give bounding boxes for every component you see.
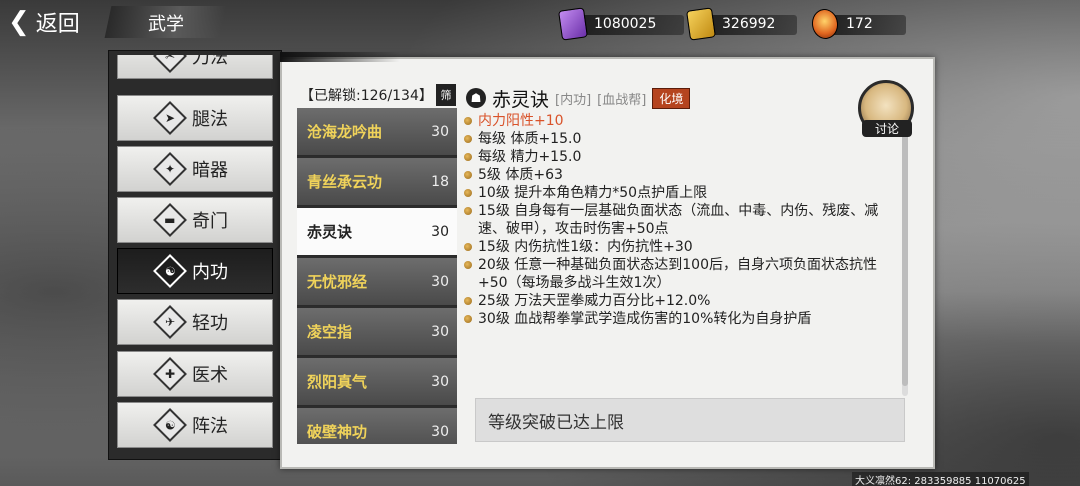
lightness-icon: ✈: [153, 305, 187, 339]
attribute-text: 10级 提升本角色精力*50点护盾上限: [478, 185, 708, 201]
bullet-dot-icon: [464, 117, 472, 125]
bar-weapon-icon: ▬: [153, 203, 187, 237]
bullet-dot-icon: [464, 207, 472, 215]
skill-item[interactable]: 烈阳真气 30: [297, 358, 457, 406]
bullet-dot-icon: [464, 135, 472, 143]
category-tab-formation[interactable]: ☯ 阵法: [117, 402, 273, 448]
attribute-text: 20级 任意一种基础负面状态达到100后，自身六项负面状态抗性+50（每场最多战…: [478, 257, 877, 291]
skill-item[interactable]: 青丝承云功 18: [297, 158, 457, 206]
category-tab-inner-power[interactable]: ☯ 内功: [117, 248, 273, 294]
attribute-line: 内力阳性+10: [464, 112, 904, 130]
attribute-line: 每级 精力+15.0: [464, 148, 904, 166]
ink-splash-decoration: [280, 52, 400, 62]
back-button[interactable]: ❮ 返回: [8, 6, 104, 38]
top-bar: ❮ 返回 武学 1080025 326992 172: [0, 0, 1080, 46]
bullet-dot-icon: [464, 315, 472, 323]
orange-flame-icon: [810, 7, 840, 41]
skill-sect-tag: [血战帮]: [597, 92, 647, 108]
resource-value: 326992: [722, 16, 776, 32]
resource-value: 172: [846, 16, 873, 32]
back-label: 返回: [35, 12, 80, 37]
skill-item-selected[interactable]: 赤灵诀 30: [297, 208, 457, 256]
breakthrough-status: 等级突破已达上限: [475, 398, 905, 442]
attribute-line: 15级 内伤抗性1级：内伤抗性+30: [464, 238, 904, 256]
attribute-text: 30级 血战帮拳掌武学造成伤害的10%转化为自身护盾: [478, 311, 812, 327]
detail-scroll-thumb[interactable]: [902, 96, 908, 386]
unlock-count: 【已解锁:126/134】: [300, 88, 433, 104]
player-info: 大义凛然62: 283359885 11070625: [852, 472, 1029, 486]
attribute-line: 每级 体质+15.0: [464, 130, 904, 148]
resource-flame[interactable]: 172: [810, 7, 906, 41]
skill-type-tag: [内功]: [555, 92, 592, 108]
resource-value: 1080025: [594, 16, 657, 32]
category-tab-blade[interactable]: ✂ 刀法: [117, 55, 273, 79]
category-tab-medicine[interactable]: ✚ 医术: [117, 351, 273, 397]
attribute-text: 15级 自身每有一层基础负面状态（流血、中毒、内伤、残废、减速、破甲），攻击时伤…: [478, 203, 879, 237]
attribute-line: 5级 体质+63: [464, 166, 904, 184]
bullet-dot-icon: [464, 297, 472, 305]
attribute-text: 每级 体质+15.0: [478, 131, 582, 147]
chevron-left-icon: ❮: [8, 7, 30, 37]
attribute-line: 25级 万法天罡拳威力百分比+12.0%: [464, 292, 904, 310]
bullet-dot-icon: [464, 261, 472, 269]
page-title: 武学: [148, 14, 184, 35]
kick-icon: ➤: [153, 101, 187, 135]
bullet-dot-icon: [464, 171, 472, 179]
blade-icon: ✂: [153, 55, 187, 73]
medicine-icon: ✚: [153, 357, 187, 391]
category-tab-lightness[interactable]: ✈ 轻功: [117, 299, 273, 345]
resource-gold[interactable]: 326992: [686, 7, 797, 41]
attribute-text: 每级 精力+15.0: [478, 149, 582, 165]
realm-badge: 化境: [652, 87, 691, 109]
skill-name: 赤灵诀: [492, 88, 550, 111]
resource-purple[interactable]: 1080025: [558, 7, 684, 41]
category-tab-qimen[interactable]: ▬ 奇门: [117, 197, 273, 243]
attribute-text: 25级 万法天罡拳威力百分比+12.0%: [478, 293, 711, 309]
filter-button[interactable]: 筛: [436, 84, 456, 106]
purple-scroll-icon: [558, 7, 588, 41]
bullet-dot-icon: [464, 243, 472, 251]
attribute-text: 5级 体质+63: [478, 167, 563, 183]
skill-list[interactable]: 沧海龙吟曲 30 青丝承云功 18 赤灵诀 30 无忧邪经 30 凌空指 30 …: [297, 108, 457, 444]
skill-title-row: ☗ 赤灵诀 [内功] [血战帮] 化境: [466, 84, 691, 112]
skill-item[interactable]: 破壁神功 30: [297, 408, 457, 444]
discuss-label[interactable]: 讨论: [862, 120, 912, 137]
shuriken-icon: ✦: [153, 152, 187, 186]
skill-detail: ☗ 赤灵诀 [内功] [血战帮] 化境 内力阳性+10 每级 体质+15.0 每级 …: [460, 82, 910, 392]
attribute-list: 内力阳性+10 每级 体质+15.0 每级 精力+15.0 5级 体质+63 10级 提…: [464, 112, 904, 328]
category-list[interactable]: ✂ 刀法 ➤ 腿法 ✦ 暗器 ▬ 奇门 ☯ 内功 ✈ 轻功 ✚ 医术 ☯ 阵法: [117, 55, 273, 455]
attribute-line: 15级 自身每有一层基础负面状态（流血、中毒、内伤、残废、减速、破甲），攻击时伤…: [464, 202, 904, 238]
category-tab-hidden-weapon[interactable]: ✦ 暗器: [117, 146, 273, 192]
bullet-dot-icon: [464, 153, 472, 161]
formation-icon: ☯: [153, 408, 187, 442]
attribute-line: 20级 任意一种基础负面状态达到100后，自身六项负面状态抗性+50（每场最多战…: [464, 256, 904, 292]
attribute-line: 30级 血战帮拳掌武学造成伤害的10%转化为自身护盾: [464, 310, 904, 328]
gold-scroll-icon: [686, 7, 716, 41]
skill-item[interactable]: 凌空指 30: [297, 308, 457, 356]
attribute-text: 内力阳性+10: [478, 113, 564, 129]
skill-item[interactable]: 沧海龙吟曲 30: [297, 108, 457, 156]
inner-power-icon: ☯: [153, 254, 187, 288]
attribute-text: 15级 内伤抗性1级：内伤抗性+30: [478, 239, 693, 255]
skill-item[interactable]: 无忧邪经 30: [297, 258, 457, 306]
attribute-line: 10级 提升本角色精力*50点护盾上限: [464, 184, 904, 202]
martial-figure-icon: ☗: [466, 88, 486, 108]
bullet-dot-icon: [464, 189, 472, 197]
category-tab-kick[interactable]: ➤ 腿法: [117, 95, 273, 141]
